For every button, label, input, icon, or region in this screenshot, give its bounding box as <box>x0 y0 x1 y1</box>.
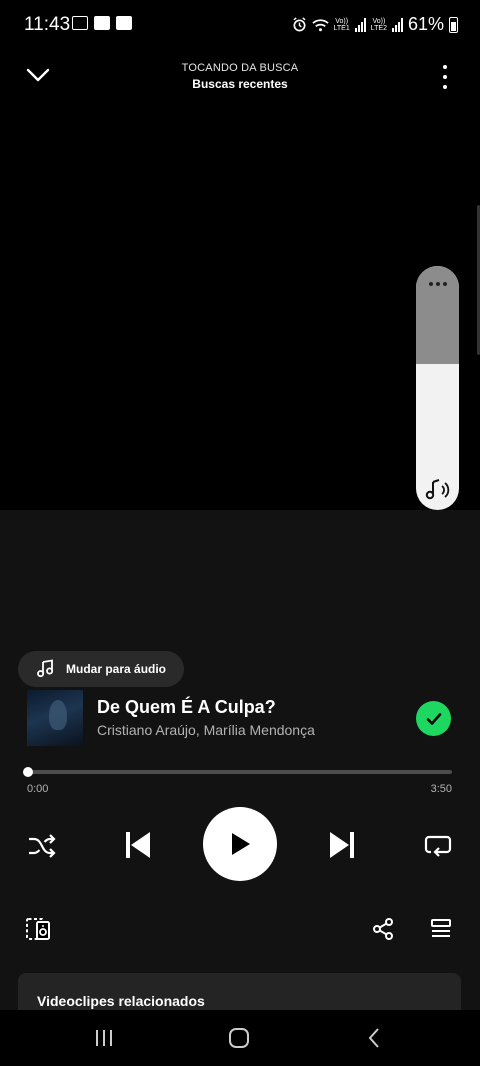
switch-to-audio-button[interactable]: Mudar para áudio <box>18 651 185 687</box>
screen-record-icon <box>72 16 88 30</box>
signal-1-icon <box>354 17 366 32</box>
related-videos-title: Videoclipes relacionados <box>37 993 205 1009</box>
check-icon <box>426 712 441 725</box>
sim1-label: Vo)) LTE1 <box>333 17 350 32</box>
status-bar: 11:43 Vo)) LTE1 Vo)) LTE2 61% <box>0 0 480 50</box>
album-art[interactable] <box>27 690 83 746</box>
volume-slider[interactable] <box>416 266 459 510</box>
queue-button[interactable] <box>426 914 456 944</box>
context-label: TOCANDO DA BUSCA <box>181 62 299 74</box>
play-icon <box>232 833 250 855</box>
progress-bar[interactable] <box>23 767 452 777</box>
notification-app-icon <box>94 16 110 30</box>
shuffle-button[interactable] <box>26 830 58 862</box>
current-time: 0:00 <box>27 783 49 795</box>
back-icon <box>368 1028 379 1048</box>
repeat-button[interactable] <box>422 829 454 861</box>
media-volume-icon <box>425 479 450 500</box>
skip-next-icon <box>330 832 354 858</box>
playing-context: TOCANDO DA BUSCA Buscas recentes <box>0 62 480 91</box>
recent-apps-button[interactable] <box>74 1010 134 1066</box>
volume-more-icon[interactable] <box>416 282 459 286</box>
queue-icon <box>431 919 451 937</box>
music-note-icon <box>37 659 54 678</box>
signal-2-icon <box>391 17 403 32</box>
wifi-icon <box>311 18 329 31</box>
total-time: 3:50 <box>430 783 452 795</box>
skip-previous-icon <box>126 832 150 858</box>
progress-thumb[interactable] <box>23 767 33 777</box>
volume-slider-empty <box>416 266 459 364</box>
system-nav-bar <box>0 1010 480 1066</box>
status-indicators: Vo)) LTE1 Vo)) LTE2 61% <box>292 14 458 35</box>
status-time: 11:43 <box>24 14 71 35</box>
switch-to-audio-label: Mudar para áudio <box>66 662 167 676</box>
more-options-icon[interactable] <box>442 65 448 89</box>
battery-percent: 61% <box>407 14 444 34</box>
previous-button[interactable] <box>120 827 156 863</box>
share-icon <box>373 918 393 940</box>
track-title[interactable]: De Quem É A Culpa? <box>97 697 276 718</box>
devices-icon <box>26 918 50 940</box>
next-button[interactable] <box>324 827 360 863</box>
play-button[interactable] <box>203 807 277 881</box>
liked-button[interactable] <box>416 701 451 736</box>
context-title: Buscas recentes <box>192 77 288 91</box>
notification-app-icon-2 <box>116 16 132 30</box>
sim2-label: Vo)) LTE2 <box>370 17 387 32</box>
player-panel <box>0 510 480 1010</box>
notification-icons <box>72 16 132 30</box>
track-artists[interactable]: Cristiano Araújo, Marília Mendonça <box>97 722 315 738</box>
home-icon <box>229 1028 249 1048</box>
recent-apps-icon <box>96 1030 112 1046</box>
connect-device-button[interactable] <box>24 914 54 944</box>
shuffle-icon <box>29 834 56 858</box>
alarm-icon <box>292 17 306 32</box>
home-button[interactable] <box>209 1010 269 1066</box>
battery-icon <box>449 16 458 33</box>
repeat-icon <box>424 835 452 857</box>
back-button[interactable] <box>344 1010 404 1066</box>
share-button[interactable] <box>368 914 398 944</box>
player-header: TOCANDO DA BUSCA Buscas recentes <box>0 55 480 99</box>
